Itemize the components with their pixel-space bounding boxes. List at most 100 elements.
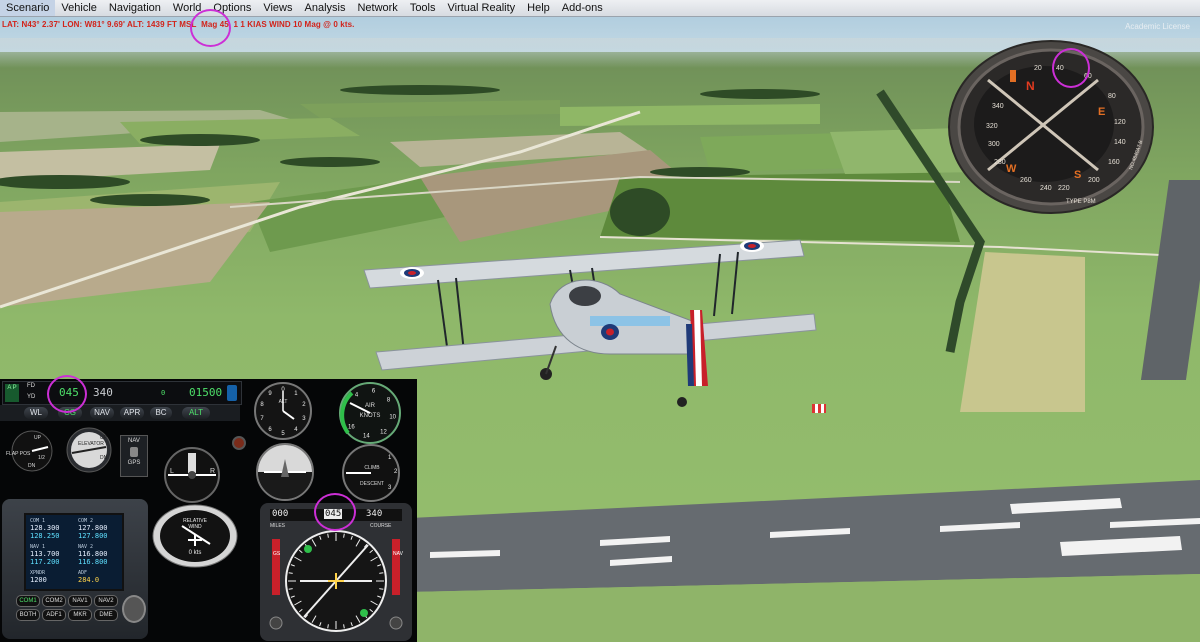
xpndr-value[interactable]: 1200: [30, 576, 72, 584]
nav1-standby[interactable]: 117.200: [30, 558, 72, 566]
menu-bar: Scenario Vehicle Navigation World Options Vie…: [0, 0, 1200, 17]
hsi-crs-knob[interactable]: [389, 616, 403, 630]
radio-screen: COM 1 128.300 128.250 COM 2 127.800 127.…: [24, 513, 124, 591]
hsi-instrument: 000 045 340 MILES COURSE GS NAV: [260, 503, 412, 641]
adf-value[interactable]: 284.0: [78, 576, 120, 584]
ap-heading-value: 045: [59, 386, 79, 399]
radio-adf1-button[interactable]: ADF1: [42, 609, 66, 621]
ap-bc-button[interactable]: BC: [150, 407, 172, 419]
fd-label[interactable]: FD: [27, 383, 35, 389]
radio-tuning-knob[interactable]: [122, 595, 146, 623]
compass-num: 340: [992, 103, 1004, 110]
airspeed-indicator: 46810121416 AIR KNOTS: [339, 382, 401, 444]
radio-both-button[interactable]: BOTH: [16, 609, 40, 621]
ap-cg-button[interactable]: CG: [58, 407, 82, 419]
vertical-speed-indicator: CLIMB DESCENT 1 2 3: [342, 444, 400, 502]
com1-standby[interactable]: 128.250: [30, 532, 72, 540]
hsi-course: 340: [366, 509, 383, 519]
menu-item-analysis[interactable]: Analysis: [299, 0, 352, 16]
nav2-value[interactable]: 116.800: [78, 550, 120, 558]
xpndr-block: XPNDR 1200: [30, 570, 72, 584]
flaps-up: UP: [34, 435, 42, 441]
radio-stack: COM 1 128.300 128.250 COM 2 127.800 127.…: [2, 499, 148, 639]
hsi-tick: [327, 533, 329, 538]
hsi-tick: [343, 533, 345, 538]
vsi-climb: CLIMB: [364, 465, 380, 471]
com2-standby[interactable]: 127.800: [78, 532, 120, 540]
menu-item-options[interactable]: Options: [207, 0, 257, 16]
compass-num: 320: [986, 123, 998, 130]
elevator-label: ELEVATOR: [78, 441, 104, 447]
nav1-block: NAV 1 113.700 117.200: [30, 544, 72, 566]
ap-alt-button[interactable]: ALT: [182, 407, 210, 419]
elevator-trim-gauge: ELEVATOR DN UP: [66, 427, 112, 473]
menu-item-virtual-reality[interactable]: Virtual Reality: [442, 0, 522, 16]
hsi-tick: [288, 588, 293, 590]
airspeed-label-air: AIR: [365, 403, 376, 409]
elevator-up: UP: [100, 435, 108, 441]
nav1-value[interactable]: 113.700: [30, 550, 72, 558]
instrument-panel: A P FD YD 045 340 0 01500 WL CG NAV APR …: [0, 375, 417, 642]
compass-num: 40: [1056, 65, 1064, 72]
ap-nav-button[interactable]: NAV: [90, 407, 114, 419]
com2-value[interactable]: 127.800: [78, 524, 120, 532]
menu-item-navigation[interactable]: Navigation: [103, 0, 167, 16]
radio-mkr-button[interactable]: MKR: [68, 609, 92, 621]
hsi-hdg-knob[interactable]: [269, 616, 283, 630]
menu-item-network[interactable]: Network: [351, 0, 403, 16]
radio-nav1-button[interactable]: NAV1: [68, 595, 92, 607]
rw-label-2: WIND: [188, 524, 202, 530]
flaps-gauge: FLAP POS UP 1/2 DN: [6, 430, 53, 472]
ap-vs-value: 0: [161, 389, 166, 397]
radio-nav2-button[interactable]: NAV2: [94, 595, 118, 607]
compass-num: 60: [1084, 73, 1092, 80]
attitude-indicator: [256, 443, 314, 501]
hsi-dial: GS NAV: [269, 530, 404, 632]
hsi-miles: 000: [272, 509, 289, 519]
flaps-dn: DN: [28, 463, 36, 469]
field: [300, 100, 560, 118]
turn-coordinator: L R: [164, 447, 220, 503]
autopilot-display: A P FD YD 045 340 0 01500: [2, 381, 242, 405]
ap-indicator[interactable]: A P: [5, 384, 19, 402]
menu-item-vehicle[interactable]: Vehicle: [55, 0, 102, 16]
hsi-tick: [379, 572, 384, 574]
hsi-tick: [343, 624, 345, 629]
menu-item-help[interactable]: Help: [521, 0, 556, 16]
yd-label[interactable]: YD: [27, 394, 35, 400]
switch-toggle[interactable]: [130, 447, 138, 457]
ap-course-value: 340: [93, 386, 113, 399]
autopilot-buttons: WL CG NAV APR BC ALT: [0, 405, 240, 421]
radio-com2-button[interactable]: COM2: [42, 595, 66, 607]
ap-apr-button[interactable]: APR: [120, 407, 144, 419]
menu-item-views[interactable]: Views: [257, 0, 298, 16]
lubber-marker: [1010, 70, 1016, 82]
radio-com1-button[interactable]: COM1: [16, 595, 40, 607]
compass-num: 20: [1034, 65, 1042, 72]
radio-dme-button[interactable]: DME: [94, 609, 118, 621]
menu-item-scenario[interactable]: Scenario: [0, 0, 56, 16]
ap-knob[interactable]: [227, 385, 237, 401]
hsi-nav: NAV: [393, 551, 404, 557]
compass-s: S: [1074, 169, 1081, 181]
adf-block: ADF 284.0: [78, 570, 120, 584]
hsi-heading: 045: [324, 509, 343, 519]
flaps-half: 1/2: [38, 455, 45, 461]
field: [0, 202, 270, 307]
menu-item-world[interactable]: World: [167, 0, 208, 16]
mag-heading-text: Mag 45: [201, 20, 229, 29]
relative-wind-indicator: RELATIVE WIND 0 kts: [152, 504, 238, 568]
nav2-standby[interactable]: 116.800: [78, 558, 120, 566]
nav-gps-switch[interactable]: NAV GPS: [120, 435, 148, 477]
menu-item-add-ons[interactable]: Add-ons: [556, 0, 609, 16]
license-label: Academic License: [1125, 22, 1190, 31]
hsi-display: 000 045 340: [270, 509, 402, 521]
com1-value[interactable]: 128.300: [30, 524, 72, 532]
biplane: [363, 239, 817, 407]
ap-wl-button[interactable]: WL: [24, 407, 48, 419]
menu-item-tools[interactable]: Tools: [404, 0, 442, 16]
compass-brand: TYPE P8M: [1066, 199, 1096, 205]
ap-altitude-value: 01500: [189, 386, 223, 399]
airspeed-num: 10: [389, 415, 396, 421]
com1-block: COM 1 128.300 128.250: [30, 518, 72, 540]
